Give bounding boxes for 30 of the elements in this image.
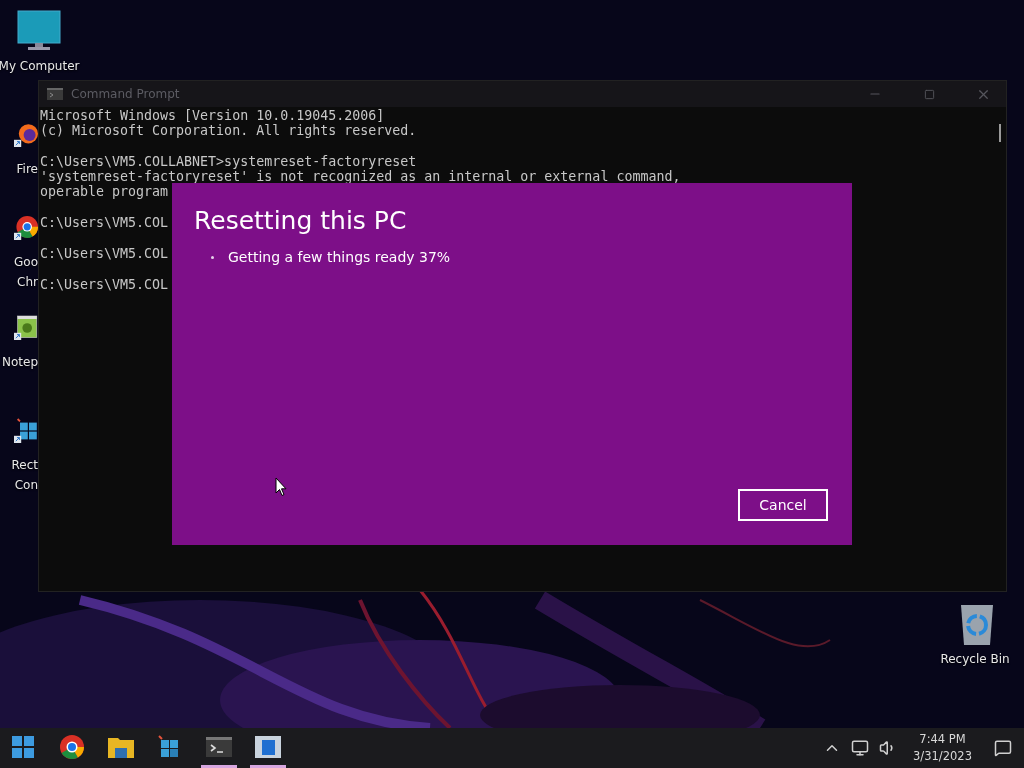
console-line: C:\Users\VM5.COL xyxy=(40,246,169,261)
dialog-title: Resetting this PC xyxy=(194,205,407,237)
console-icon xyxy=(206,736,232,757)
console-line: 'systemreset-factoryreset' is not recognized as an internal or external command, xyxy=(40,169,681,184)
console-line: C:\Users\VM5.COL xyxy=(40,215,169,230)
icon-label: Con xyxy=(14,477,38,493)
console-icon xyxy=(47,88,63,100)
console-line: C:\Users\VM5.COL xyxy=(40,277,169,292)
console-line: (c) Microsoft Corporation. All rights reserved. xyxy=(40,123,417,138)
clock[interactable]: 7:44 PM 3/31/2023 xyxy=(905,732,986,764)
icon-label: Rect xyxy=(11,457,38,473)
app-window-icon xyxy=(255,735,281,758)
chrome-icon xyxy=(60,734,84,759)
console-line: C:\Users\VM5.COLLABNET>systemreset-factoryreset xyxy=(40,154,417,169)
console-line: operable program xyxy=(40,184,169,199)
scrollbar-thumb[interactable] xyxy=(999,124,1001,142)
icon-label: Recycle Bin xyxy=(940,651,1010,667)
window-title: Command Prompt xyxy=(71,87,181,101)
icon-label: Chr xyxy=(17,274,38,290)
icon-label: My Computer xyxy=(0,58,80,74)
folder-icon xyxy=(108,735,134,758)
cancel-button[interactable]: Cancel xyxy=(738,489,828,521)
icon-label: Fire xyxy=(16,161,38,177)
icon-label: Notep xyxy=(1,354,38,370)
cursor-icon xyxy=(275,477,287,497)
bullet-icon xyxy=(211,255,214,259)
console-line: Microsoft Windows [Version 10.0.19045.2006] xyxy=(40,108,385,123)
windows-logo-icon xyxy=(12,735,34,758)
progress-step: Getting a few things ready 37% xyxy=(228,249,451,265)
icon-label: Goo xyxy=(14,254,38,270)
